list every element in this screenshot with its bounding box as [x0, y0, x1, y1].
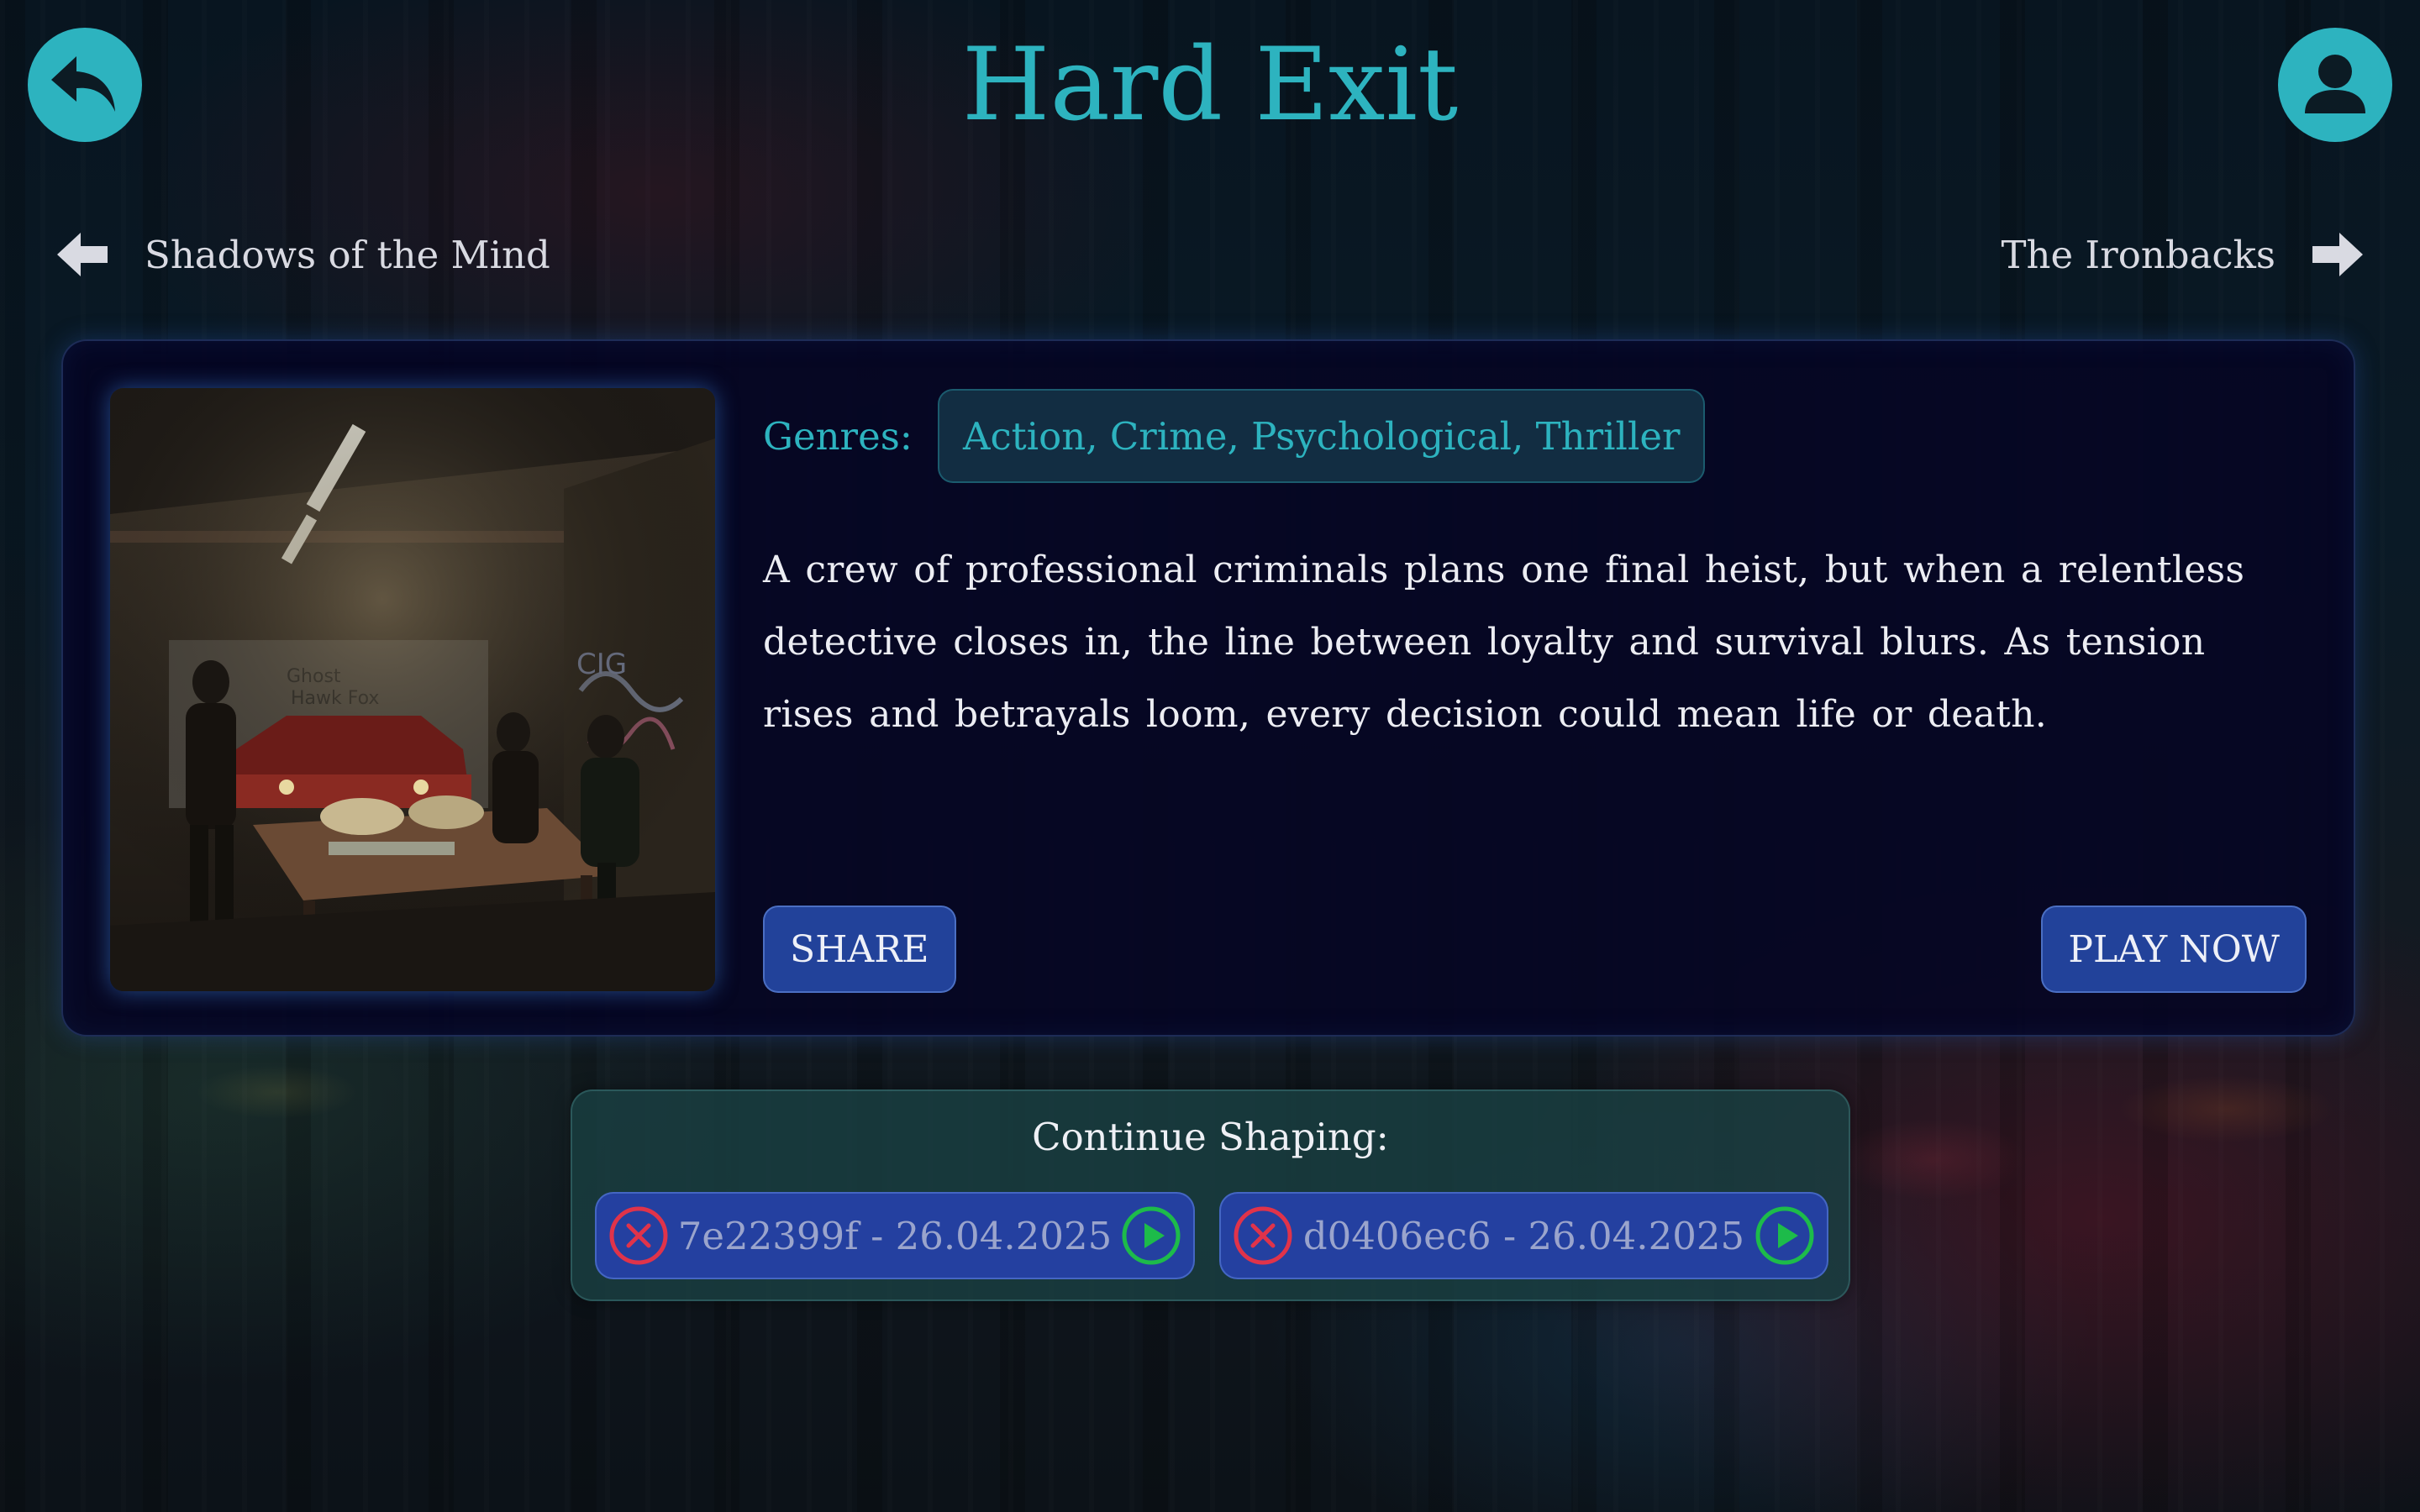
share-button[interactable]: SHARE	[763, 906, 956, 993]
next-story-link[interactable]: The Ironbacks	[2002, 225, 2365, 284]
genres-chip: Action, Crime, Psychological, Thriller	[937, 389, 1706, 483]
close-circle-icon	[1234, 1206, 1292, 1265]
page-title: Hard Exit	[961, 27, 1459, 144]
play-circle-icon	[1122, 1206, 1181, 1265]
resume-session-button[interactable]	[1754, 1205, 1815, 1266]
delete-session-button[interactable]	[608, 1205, 669, 1266]
next-story-label: The Ironbacks	[2001, 232, 2276, 277]
previous-story-link[interactable]: Shadows of the Mind	[55, 225, 550, 284]
story-card: CIG Ghost Hawk Fox	[61, 339, 2355, 1037]
continue-shaping-title: Continue Shaping:	[1032, 1115, 1389, 1159]
session-label[interactable]: d0406ec6 - 26.04.2025	[1293, 1214, 1754, 1258]
story-description: A crew of professional criminals plans o…	[763, 549, 2245, 736]
saved-session: d0406ec6 - 26.04.2025	[1219, 1192, 1828, 1279]
user-profile-icon	[2305, 55, 2365, 113]
genres-row: Genres: Action, Crime, Psychological, Th…	[763, 388, 1706, 484]
genres-label: Genres:	[763, 413, 913, 459]
previous-story-label: Shadows of the Mind	[145, 232, 550, 277]
play-circle-icon	[1755, 1206, 1814, 1265]
resume-session-button[interactable]	[1121, 1205, 1181, 1266]
profile-button[interactable]	[2278, 28, 2392, 142]
arrow-left-icon	[57, 233, 108, 276]
saved-session: 7e22399f - 26.04.2025	[595, 1192, 1195, 1279]
session-label[interactable]: 7e22399f - 26.04.2025	[669, 1214, 1121, 1258]
cover-image: CIG Ghost Hawk Fox	[110, 388, 715, 991]
continue-shaping-panel: Continue Shaping: 7e22399f - 26.04.2025 …	[571, 1089, 1850, 1301]
arrow-right-icon	[2312, 233, 2363, 276]
close-circle-icon	[609, 1206, 668, 1265]
play-now-button[interactable]: PLAY NOW	[2041, 906, 2307, 993]
delete-session-button[interactable]	[1233, 1205, 1293, 1266]
